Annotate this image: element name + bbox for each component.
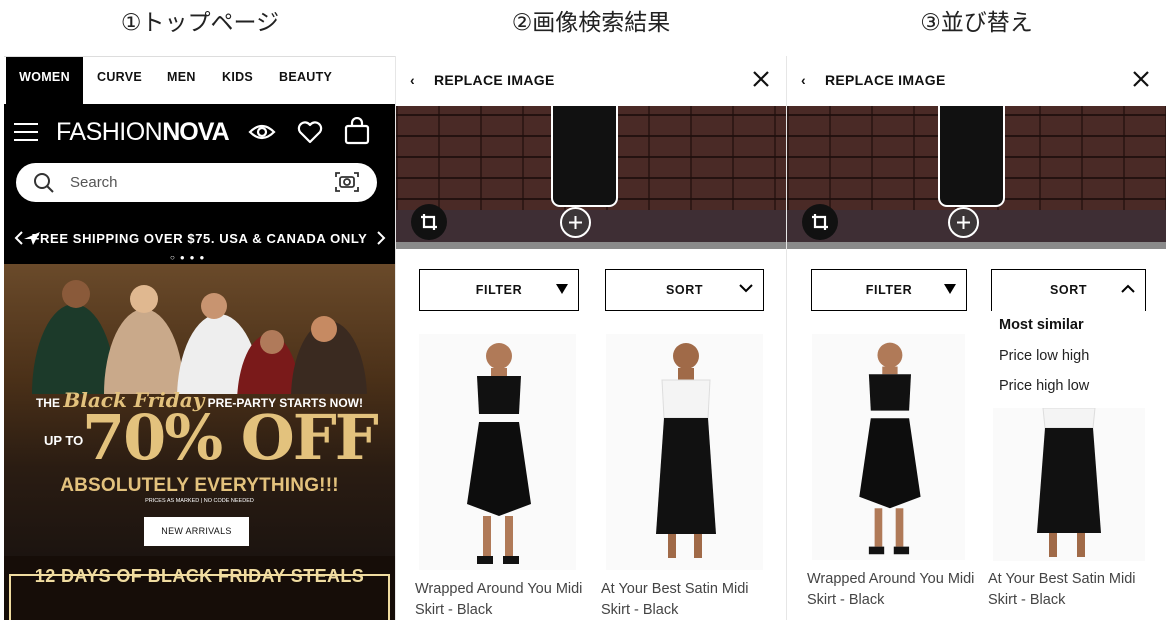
brand-logo[interactable]: FASHIONNOVA [56,117,230,147]
chevron-up-icon [1121,284,1135,293]
product-name[interactable]: At Your Best Satin Midi Skirt - Black [988,569,1166,611]
filter-label: FILTER [865,283,913,297]
image-search-panel: ‹ REPLACE IMAGE FILTER SORT Wrapped Arou… [396,56,786,620]
filter-button[interactable]: FILTER [811,269,967,311]
caption-top-page: ①トップページ [120,10,280,36]
sort-label: SORT [1049,283,1088,297]
product-name[interactable]: Wrapped Around You Midi Skirt - Black [415,579,595,620]
hero-banner[interactable]: THE Black Friday PRE-PARTY STARTS NOW! U… [4,264,395,556]
page-title: REPLACE IMAGE [825,72,946,88]
chevron-right-icon[interactable] [376,231,386,245]
brand-logo-bold: NOVA [162,118,229,146]
add-selection-button[interactable] [560,207,591,238]
crop-selection-box[interactable] [551,106,618,207]
sort-option-price-low-high[interactable]: Price low high [999,348,1089,364]
model-satin-skirt-image [656,343,716,558]
filter-caret-down-icon [556,284,568,294]
shopping-bag-icon[interactable] [344,117,370,145]
product-name[interactable]: Wrapped Around You Midi Skirt - Black [807,569,987,611]
search-bar[interactable]: Search [16,163,377,202]
uploaded-photo[interactable] [787,106,1166,242]
brand-logo-light: FASHION [56,118,163,146]
sort-option-most-similar[interactable]: Most similar [999,317,1084,333]
search-icon [34,173,54,193]
back-chevron-icon[interactable]: ‹ [410,56,415,104]
filter-button[interactable]: FILTER [419,269,579,311]
tab-kids[interactable]: KIDS [222,57,253,104]
add-selection-button[interactable] [948,207,979,238]
hero-the: THE [35,396,60,410]
page-title: REPLACE IMAGE [434,72,555,88]
model-skirt-image [467,343,531,564]
menu-icon[interactable] [14,123,38,141]
sort-button[interactable]: SORT [991,269,1146,311]
heart-icon[interactable] [297,120,323,144]
sort-panel: ‹ REPLACE IMAGE FILTER SORT Most similar… [787,56,1166,620]
new-arrivals-button[interactable]: NEW ARRIVALS [144,517,249,546]
close-icon[interactable] [752,70,770,88]
product-name[interactable]: At Your Best Satin Midi Skirt - Black [601,579,781,620]
hero-models-image [32,280,367,394]
product-image[interactable] [812,334,965,560]
divider-bar [787,242,1166,249]
camera-search-icon[interactable] [333,170,361,194]
search-placeholder: Search [70,174,118,191]
hero-prices-note: PRICES AS MARKED | NO CODE NEEDED [145,498,254,504]
plus-icon [569,216,582,229]
model-satin-skirt-image [1037,408,1101,557]
crop-button[interactable] [802,204,838,240]
filter-caret-down-icon [944,284,956,294]
sort-label: SORT [665,283,704,297]
hero-absolutely: ABSOLUTELY EVERYTHING!!! [60,475,339,496]
eye-icon[interactable] [248,121,276,143]
black-friday-banner[interactable]: 12 DAYS OF BLACK FRIDAY STEALS [4,556,395,620]
hero-discount: 70% OFF [82,401,379,474]
sort-button[interactable]: SORT [605,269,764,311]
uploaded-photo[interactable] [396,106,786,242]
caption-image-search: ②画像検索結果 [511,10,671,36]
divider-bar [396,242,786,249]
crop-button[interactable] [411,204,447,240]
close-icon[interactable] [1132,70,1150,88]
tab-women[interactable]: WOMEN [6,57,83,104]
hero-upto: UP TO [44,433,84,448]
tab-curve[interactable]: CURVE [97,57,142,104]
tab-beauty[interactable]: BEAUTY [279,57,332,104]
caption-sort: ③並び替え [920,10,1033,36]
crop-selection-box[interactable] [938,106,1005,207]
category-nav: WOMEN CURVE MEN KIDS BEAUTY [4,57,395,104]
top-page-panel: WOMEN CURVE MEN KIDS BEAUTY FASHIONNOVA … [4,56,395,620]
tab-men[interactable]: MEN [167,57,196,104]
product-image[interactable] [606,334,763,570]
model-skirt-image [859,342,921,555]
back-chevron-icon[interactable]: ‹ [801,56,806,104]
banner-title: 12 DAYS OF BLACK FRIDAY STEALS [34,566,365,586]
filter-label: FILTER [475,283,523,297]
crop-icon [421,214,437,230]
replace-image-header: ‹ REPLACE IMAGE [787,56,1166,106]
photo-floor [396,210,786,242]
carousel-dots[interactable]: ○●●● [170,253,209,262]
promo-banner-text: FREE SHIPPING OVER $75. USA & CANADA ONL… [31,231,368,246]
chevron-down-icon [739,284,753,293]
plus-icon [957,216,970,229]
replace-image-header: ‹ REPLACE IMAGE [396,56,786,106]
crop-icon [812,214,828,230]
product-image[interactable] [419,334,576,570]
sort-dropdown: Most similar Price low high Price high l… [991,311,1166,407]
product-image[interactable] [993,408,1145,561]
sort-option-price-high-low[interactable]: Price high low [999,378,1089,394]
